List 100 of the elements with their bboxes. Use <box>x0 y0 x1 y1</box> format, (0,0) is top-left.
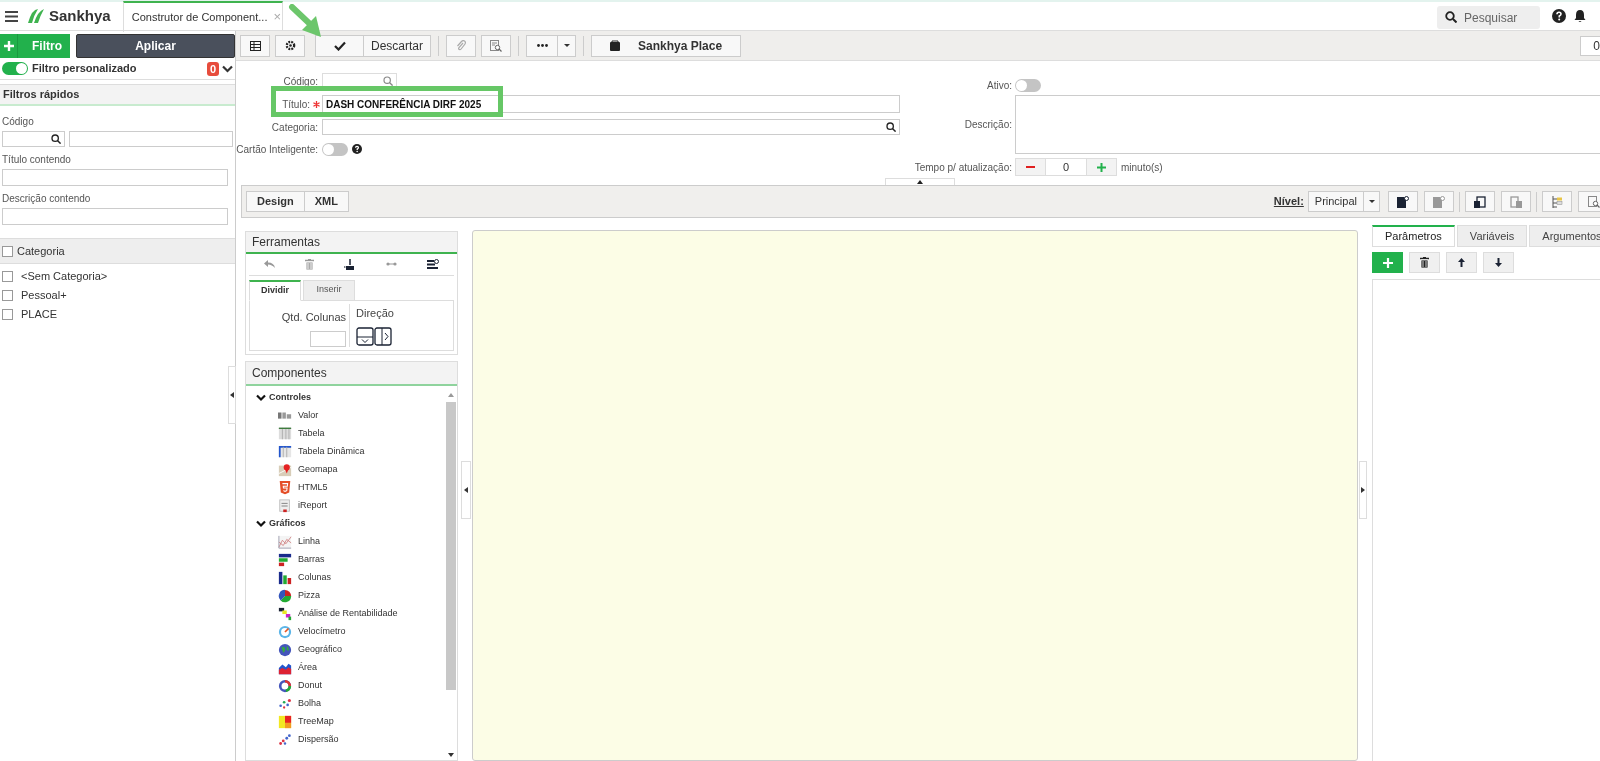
tree-item[interactable]: Área <box>298 661 317 675</box>
tab[interactable]: Dividir <box>249 279 301 301</box>
trash-icon[interactable] <box>305 258 315 270</box>
place-button[interactable]: Sankhya Place <box>591 34 742 57</box>
tree-item[interactable]: Barras <box>298 553 325 567</box>
panel-title: Componentes <box>252 365 327 382</box>
apply-button[interactable]: Aplicar <box>76 34 235 58</box>
remove-page-button[interactable] <box>1424 191 1454 212</box>
move-down-button[interactable] <box>1483 252 1514 273</box>
toggle-switch[interactable] <box>322 142 348 156</box>
grid-button[interactable] <box>240 34 270 57</box>
checkbox[interactable] <box>2 271 13 282</box>
collapse-handle[interactable] <box>228 366 236 424</box>
up-arrow-icon[interactable] <box>448 393 454 397</box>
tab[interactable]: Variáveis <box>1456 225 1528 247</box>
down-arrow-icon[interactable] <box>448 753 454 757</box>
checkbox[interactable] <box>2 290 13 301</box>
tree-item[interactable]: Bolha <box>298 697 322 711</box>
brush-icon[interactable] <box>344 258 356 270</box>
name-field[interactable] <box>69 131 233 147</box>
tab[interactable]: Parâmetros <box>1372 225 1455 247</box>
tree-item[interactable]: HTML5 <box>298 481 328 495</box>
preview-button[interactable] <box>481 34 511 57</box>
preview-button[interactable] <box>1578 191 1600 212</box>
chevron-down-icon[interactable] <box>222 64 233 73</box>
add-page-button[interactable] <box>1388 191 1418 212</box>
link-icon[interactable] <box>385 262 397 267</box>
dropdown-button[interactable] <box>558 34 576 57</box>
undo-icon[interactable] <box>264 260 276 269</box>
delete-button[interactable] <box>1409 252 1440 273</box>
chevron-down-icon[interactable] <box>256 520 266 528</box>
tab[interactable]: Inserir <box>303 279 355 301</box>
text-field[interactable] <box>2 169 228 186</box>
tree-button[interactable] <box>1542 191 1572 212</box>
discard-button[interactable]: Descartar <box>364 34 431 57</box>
tree-item[interactable]: Linha <box>298 535 321 549</box>
help-icon[interactable] <box>352 144 362 154</box>
paste-button[interactable] <box>1465 191 1495 212</box>
category-item[interactable]: PLACE <box>21 306 58 323</box>
save-button[interactable] <box>315 34 364 57</box>
checkbox[interactable] <box>2 309 13 320</box>
tree-item[interactable]: Colunas <box>298 571 332 585</box>
field-label: Descrição: <box>963 118 1012 132</box>
settings-button[interactable] <box>275 34 305 57</box>
scatter-icon <box>278 733 292 747</box>
help-icon[interactable] <box>1552 9 1566 23</box>
code-field[interactable] <box>322 73 397 89</box>
category-item[interactable]: Pessoal+ <box>21 287 67 304</box>
tree-item[interactable]: Velocímetro <box>298 625 346 639</box>
code-field[interactable] <box>2 131 65 147</box>
tree-group[interactable]: Gráficos <box>269 517 306 531</box>
view-button[interactable]: Design <box>246 191 305 212</box>
split-down-icon[interactable] <box>356 327 374 346</box>
tree-item[interactable]: Geomapa <box>298 463 338 477</box>
menu-icon[interactable] <box>5 10 18 22</box>
collapse-tab[interactable] <box>885 178 955 185</box>
unit-label: minuto(s) <box>1121 160 1163 175</box>
toggle-switch[interactable] <box>1015 78 1041 92</box>
category-item[interactable]: <Sem Categoria> <box>21 268 108 285</box>
splitter-handle[interactable] <box>461 461 471 519</box>
tree-item[interactable]: Análise de Rentabilidade <box>298 607 398 621</box>
tree-item[interactable]: TreeMap <box>298 715 334 729</box>
check-icon <box>333 40 346 51</box>
tree-item[interactable]: Tabela Dinâmica <box>298 445 365 459</box>
dropdown-button[interactable] <box>1364 191 1380 212</box>
left-arrow-icon <box>464 487 468 493</box>
category-field[interactable] <box>322 119 900 135</box>
increase-button[interactable] <box>1086 158 1117 176</box>
search-field[interactable]: Pesquisar <box>1437 6 1540 29</box>
donut-icon <box>278 679 292 693</box>
tree-item[interactable]: Geográfico <box>298 643 343 657</box>
add-button[interactable] <box>1372 252 1403 273</box>
level-select[interactable]: Principal <box>1307 191 1364 212</box>
tree-item[interactable]: Tabela <box>298 427 325 441</box>
chevron-down-icon[interactable] <box>256 394 266 402</box>
checkbox[interactable] <box>2 245 13 257</box>
tree-item[interactable]: Pizza <box>298 589 320 603</box>
document-tab[interactable]: Construtor de Component... <box>131 8 268 26</box>
split-right-icon[interactable] <box>374 327 392 346</box>
tree-group[interactable]: Controles <box>269 391 311 405</box>
toggle-switch[interactable] <box>2 62 28 75</box>
tree-item[interactable]: Valor <box>298 409 319 423</box>
decrease-button[interactable] <box>1015 158 1046 176</box>
copy-button[interactable] <box>1501 191 1531 212</box>
attach-button[interactable] <box>446 34 476 57</box>
bell-icon[interactable] <box>1574 9 1586 23</box>
tree-item[interactable]: iReport <box>298 499 327 513</box>
list-settings-icon[interactable] <box>426 258 439 270</box>
tree-item[interactable]: Donut <box>298 679 323 693</box>
move-up-button[interactable] <box>1446 252 1477 273</box>
text-field[interactable] <box>2 208 228 225</box>
tree-item[interactable]: Dispersão <box>298 733 339 747</box>
view-button[interactable]: XML <box>304 191 349 212</box>
splitter-handle[interactable] <box>1359 461 1367 519</box>
title-field[interactable]: DASH CONFERÊNCIA DIRF 2025 <box>322 95 900 113</box>
grid-icon <box>249 40 261 51</box>
page-field[interactable]: 0 <box>1580 35 1600 56</box>
columns-field[interactable] <box>310 331 346 347</box>
description-field[interactable] <box>1015 95 1600 154</box>
more-button[interactable] <box>526 34 558 57</box>
